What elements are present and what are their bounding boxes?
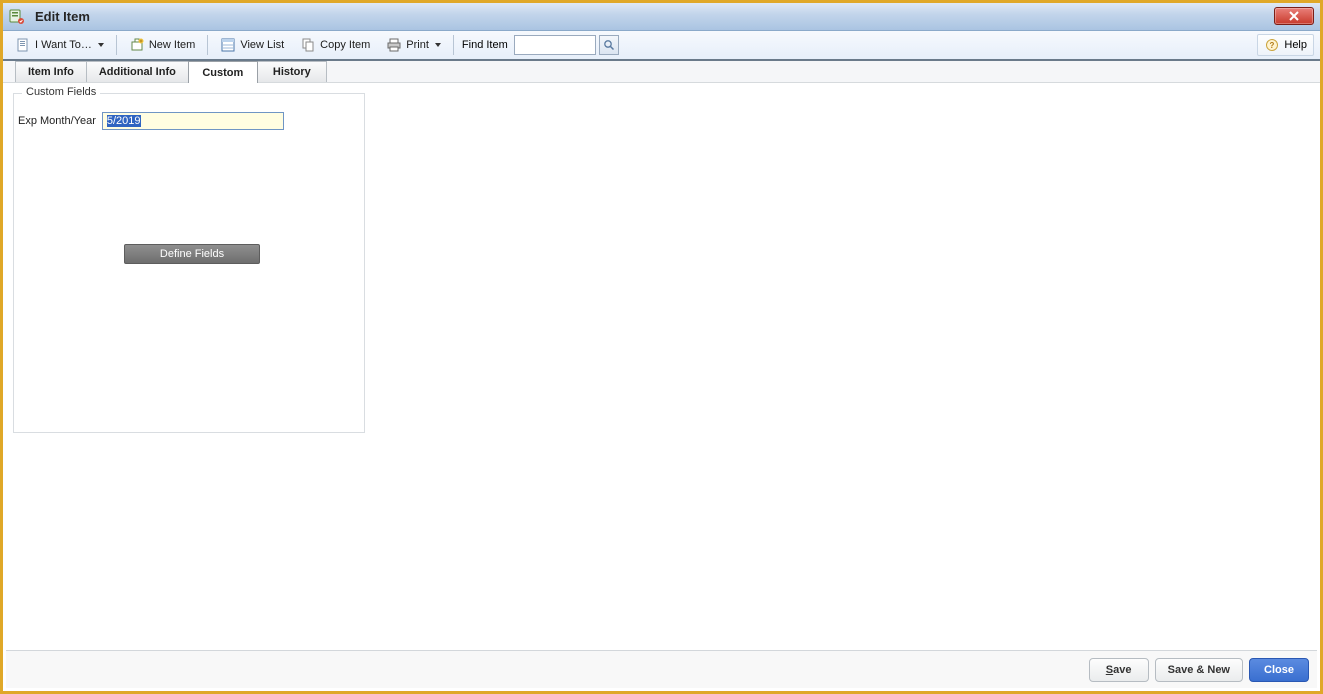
i-want-to-menu[interactable]: I Want To… (9, 33, 110, 57)
tab-history[interactable]: History (257, 61, 327, 82)
print-menu[interactable]: Print (380, 33, 447, 57)
svg-text:?: ? (1270, 41, 1275, 50)
define-fields-label: Define Fields (160, 248, 224, 260)
window-close-button[interactable] (1274, 7, 1314, 25)
copy-icon (300, 37, 316, 53)
close-button[interactable]: Close (1249, 658, 1309, 682)
find-item-search-button[interactable] (599, 35, 619, 55)
titlebar: Edit Item (3, 3, 1320, 31)
toolbar-separator (453, 35, 454, 55)
new-item-label: New Item (149, 39, 195, 51)
i-want-to-label: I Want To… (35, 39, 92, 51)
search-icon (603, 39, 615, 51)
field-row: Exp Month/Year (18, 112, 358, 130)
tab-custom[interactable]: Custom (188, 61, 258, 83)
close-window-icon (1288, 11, 1300, 21)
save-button[interactable]: Save (1089, 658, 1149, 682)
button-label: Close (1264, 664, 1294, 676)
toolbar-separator (116, 35, 117, 55)
exp-month-year-label: Exp Month/Year (18, 115, 96, 127)
print-label: Print (406, 39, 429, 51)
content-area: Custom Fields Exp Month/Year Define Fiel… (3, 83, 1320, 653)
help-label: Help (1284, 39, 1307, 51)
custom-fields-legend: Custom Fields (22, 86, 100, 98)
tab-label: Item Info (28, 66, 74, 78)
chevron-down-icon (98, 43, 104, 47)
exp-month-year-input[interactable] (102, 112, 284, 130)
chevron-down-icon (435, 43, 441, 47)
button-label: Save & New (1168, 664, 1230, 676)
printer-icon (386, 37, 402, 53)
custom-fields-group: Custom Fields Exp Month/Year Define Fiel… (13, 93, 365, 433)
help-icon: ? (1264, 37, 1280, 53)
help-button[interactable]: ? Help (1257, 34, 1314, 56)
tab-label: History (273, 66, 311, 78)
save-and-new-button[interactable]: Save & New (1155, 658, 1243, 682)
define-fields-button[interactable]: Define Fields (124, 244, 260, 264)
window-title: Edit Item (35, 9, 90, 24)
copy-item-button[interactable]: Copy Item (294, 33, 376, 57)
tab-item-info[interactable]: Item Info (15, 61, 87, 82)
copy-item-label: Copy Item (320, 39, 370, 51)
find-item-label: Find Item (462, 39, 508, 51)
new-item-button[interactable]: New Item (123, 33, 201, 57)
footer: Save Save & New Close (6, 650, 1317, 688)
list-icon (220, 37, 236, 53)
toolbar-separator (207, 35, 208, 55)
toolbar: I Want To… New Item View List Copy Item … (3, 31, 1320, 61)
tab-additional-info[interactable]: Additional Info (86, 61, 189, 82)
find-item-input[interactable] (514, 35, 596, 55)
view-list-label: View List (240, 39, 284, 51)
tabstrip: Item Info Additional Info Custom History (3, 61, 1320, 83)
app-icon (9, 9, 25, 25)
new-item-icon (129, 37, 145, 53)
tab-label: Custom (202, 67, 243, 79)
tab-label: Additional Info (99, 66, 176, 78)
button-label: Save (1106, 664, 1132, 676)
view-list-button[interactable]: View List (214, 33, 290, 57)
document-icon (15, 37, 31, 53)
